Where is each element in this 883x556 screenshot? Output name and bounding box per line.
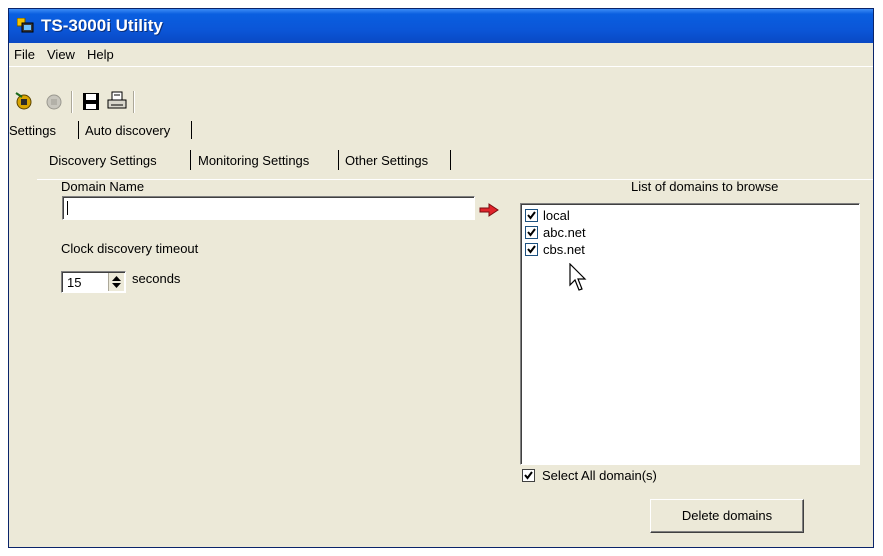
list-item[interactable]: local: [525, 208, 645, 224]
list-item[interactable]: cbs.net: [525, 242, 645, 258]
timeout-label: Clock discovery timeout: [61, 241, 199, 256]
tab-other-settings[interactable]: Other Settings: [345, 153, 428, 168]
domain-name-input[interactable]: [62, 196, 475, 220]
domain-checkbox[interactable]: [525, 226, 538, 239]
list-item[interactable]: abc.net: [525, 225, 645, 241]
domain-name-label: Domain Name: [61, 179, 145, 194]
toolbar-separator: [133, 91, 135, 113]
menu-bar: File View Help: [9, 44, 873, 67]
app-window: TS-3000i Utility File View Help Settings…: [8, 8, 874, 548]
text-caret: [67, 201, 68, 215]
discover-icon[interactable]: [14, 89, 38, 113]
select-all-label: Select All domain(s): [542, 468, 657, 483]
timeout-value: 15: [67, 275, 82, 290]
delete-domains-button[interactable]: Delete domains: [650, 499, 804, 533]
menu-file[interactable]: File: [14, 47, 35, 62]
tab-monitoring-settings[interactable]: Monitoring Settings: [198, 153, 309, 168]
menu-help[interactable]: Help: [87, 47, 114, 62]
domain-label: abc.net: [543, 225, 586, 240]
printer-icon[interactable]: [105, 89, 129, 113]
domain-list[interactable]: local abc.net cbs.net: [520, 203, 860, 465]
domain-checkbox[interactable]: [525, 209, 538, 222]
spin-arrows-icon[interactable]: [109, 273, 124, 291]
tab-auto-discovery[interactable]: Auto discovery: [85, 123, 170, 138]
check-icon: [524, 471, 533, 480]
timeout-unit: seconds: [132, 271, 181, 286]
toolbar: [9, 89, 873, 117]
mouse-pointer-icon: [569, 263, 587, 291]
tab-divider: [338, 150, 339, 170]
title-bar[interactable]: TS-3000i Utility: [9, 9, 873, 43]
domain-label: local: [543, 208, 570, 223]
domain-label: cbs.net: [543, 242, 585, 257]
window-title: TS-3000i Utility: [41, 16, 163, 35]
domain-list-title: List of domains to browse: [631, 179, 779, 194]
tab-divider: [190, 150, 191, 170]
check-icon: [527, 228, 536, 237]
check-icon: [527, 245, 536, 254]
tab-divider: [450, 150, 451, 170]
timeout-stepper[interactable]: 15: [61, 271, 126, 293]
select-all-checkbox[interactable]: [522, 469, 535, 482]
tab-divider: [191, 121, 192, 139]
spin-buttons[interactable]: [108, 273, 124, 291]
tab-divider: [78, 121, 79, 139]
toolbar-separator: [71, 91, 73, 113]
check-icon: [527, 211, 536, 220]
domain-checkbox[interactable]: [525, 243, 538, 256]
tab-discovery-settings[interactable]: Discovery Settings: [49, 153, 157, 168]
app-icon: [17, 18, 34, 33]
stop-icon[interactable]: [42, 89, 66, 113]
floppy-disk-icon[interactable]: [79, 89, 103, 113]
menu-view[interactable]: View: [47, 47, 75, 62]
add-domain-arrow-icon[interactable]: [477, 199, 503, 221]
tab-settings[interactable]: Settings: [9, 123, 56, 138]
